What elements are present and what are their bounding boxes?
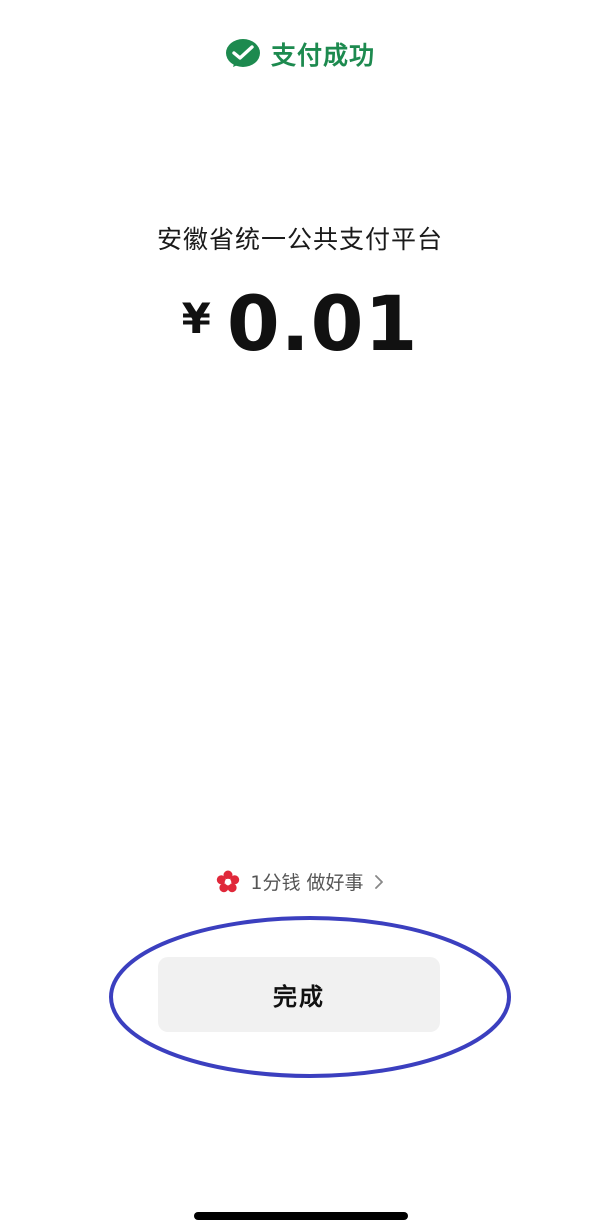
done-button[interactable]: 完成 [158,957,440,1032]
payment-success-title: 支付成功 [270,41,375,70]
flower-icon [217,870,240,892]
amount-value: 0.01 [226,279,419,368]
merchant-name: 安徽省统一公共支付平台 [156,225,443,254]
charity-link[interactable]: 1分钱 做好事 [0,868,600,895]
charity-label: 1分钱 做好事 [250,872,364,894]
chevron-right-icon [374,874,383,889]
wechat-pay-icon [225,39,260,67]
payment-status-header: 支付成功 [0,34,600,74]
currency-symbol: ¥ [181,294,211,343]
home-indicator[interactable] [194,1212,408,1220]
payment-amount: ¥ 0.01 [0,280,600,362]
